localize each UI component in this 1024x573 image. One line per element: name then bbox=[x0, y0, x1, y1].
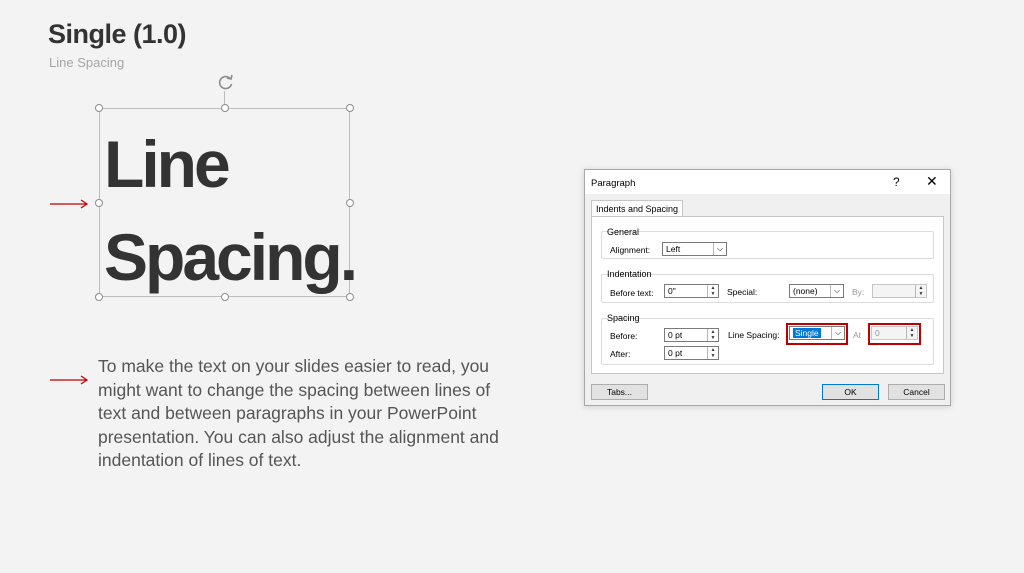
special-value: (none) bbox=[793, 286, 818, 296]
red-arrow-icon bbox=[50, 199, 89, 209]
resize-handle-top-right[interactable] bbox=[346, 104, 354, 112]
spinner-arrows-icon[interactable]: ▲ ▼ bbox=[707, 285, 718, 297]
help-button[interactable]: ? bbox=[893, 175, 900, 189]
sample-text-line-2: Spacing. bbox=[104, 220, 358, 294]
special-dropdown[interactable]: (none) ⌵ bbox=[789, 284, 844, 298]
alignment-dropdown[interactable]: Left ⌵ bbox=[662, 242, 727, 256]
spinner-arrows-icon[interactable]: ▲ ▼ bbox=[707, 347, 718, 359]
chevron-down-icon: ⌵ bbox=[713, 243, 726, 255]
before-text-label: Before text: bbox=[610, 288, 654, 298]
spacing-label: Spacing bbox=[607, 313, 640, 323]
by-spinner: ▲ ▼ bbox=[872, 284, 927, 298]
line-spacing-label: Line Spacing: bbox=[728, 330, 780, 340]
after-value: 0 pt bbox=[668, 348, 683, 358]
tab-indents-and-spacing[interactable]: Indents and Spacing bbox=[591, 200, 684, 217]
sample-text-line-1: Line bbox=[104, 127, 231, 201]
general-group bbox=[601, 231, 934, 259]
spinner-arrows-icon: ▲ ▼ bbox=[915, 285, 926, 297]
chevron-down-icon: ⌵ bbox=[830, 285, 843, 297]
ok-button[interactable]: OK bbox=[822, 384, 879, 400]
slide-subtitle: Line Spacing bbox=[49, 55, 125, 70]
special-label: Special: bbox=[727, 287, 758, 297]
spinner-arrows-icon[interactable]: ▲ ▼ bbox=[707, 329, 718, 341]
after-label: After: bbox=[610, 349, 631, 359]
body-paragraph: To make the text on your slides easier t… bbox=[98, 356, 499, 470]
indentation-label: Indentation bbox=[607, 269, 652, 279]
before-text-value: 0" bbox=[668, 286, 676, 296]
before-value: 0 pt bbox=[668, 330, 683, 340]
resize-handle-top[interactable] bbox=[221, 104, 229, 112]
tab-panel: General Alignment: Left ⌵ Indentation Be… bbox=[591, 216, 944, 374]
sample-text[interactable]: Line Spacing. bbox=[104, 118, 358, 304]
at-spinner: 0 ▲ ▼ bbox=[871, 326, 918, 340]
dialog-title: Paragraph bbox=[591, 178, 636, 189]
by-label: By: bbox=[852, 287, 865, 297]
dialog-titlebar: Paragraph ? ✕ bbox=[585, 170, 950, 194]
cancel-button[interactable]: Cancel bbox=[888, 384, 945, 400]
rotate-handle-icon[interactable] bbox=[217, 73, 235, 91]
before-text-spinner[interactable]: 0" ▲ ▼ bbox=[664, 284, 719, 298]
resize-handle-left[interactable] bbox=[95, 199, 103, 207]
paragraph-dialog: Paragraph ? ✕ Indents and Spacing Genera… bbox=[584, 169, 951, 406]
before-label: Before: bbox=[610, 331, 638, 341]
tabs-button[interactable]: Tabs... bbox=[591, 384, 648, 400]
resize-handle-bottom-left[interactable] bbox=[95, 293, 103, 301]
alignment-value: Left bbox=[666, 244, 681, 254]
spinner-arrows-icon: ▲ ▼ bbox=[906, 327, 917, 339]
at-value: 0 bbox=[875, 328, 880, 338]
before-spinner[interactable]: 0 pt ▲ ▼ bbox=[664, 328, 719, 342]
at-label: At bbox=[853, 330, 862, 340]
alignment-label: Alignment: bbox=[610, 245, 651, 255]
general-label: General bbox=[607, 227, 640, 237]
red-arrow-icon bbox=[50, 375, 89, 385]
slide-title: Single (1.0) bbox=[48, 19, 187, 49]
line-spacing-value: Single bbox=[793, 328, 821, 338]
close-icon[interactable]: ✕ bbox=[926, 173, 938, 190]
after-spinner[interactable]: 0 pt ▲ ▼ bbox=[664, 346, 719, 360]
line-spacing-dropdown[interactable]: Single ⌵ bbox=[789, 326, 845, 340]
resize-handle-top-left[interactable] bbox=[95, 104, 103, 112]
chevron-down-icon: ⌵ bbox=[831, 327, 844, 339]
